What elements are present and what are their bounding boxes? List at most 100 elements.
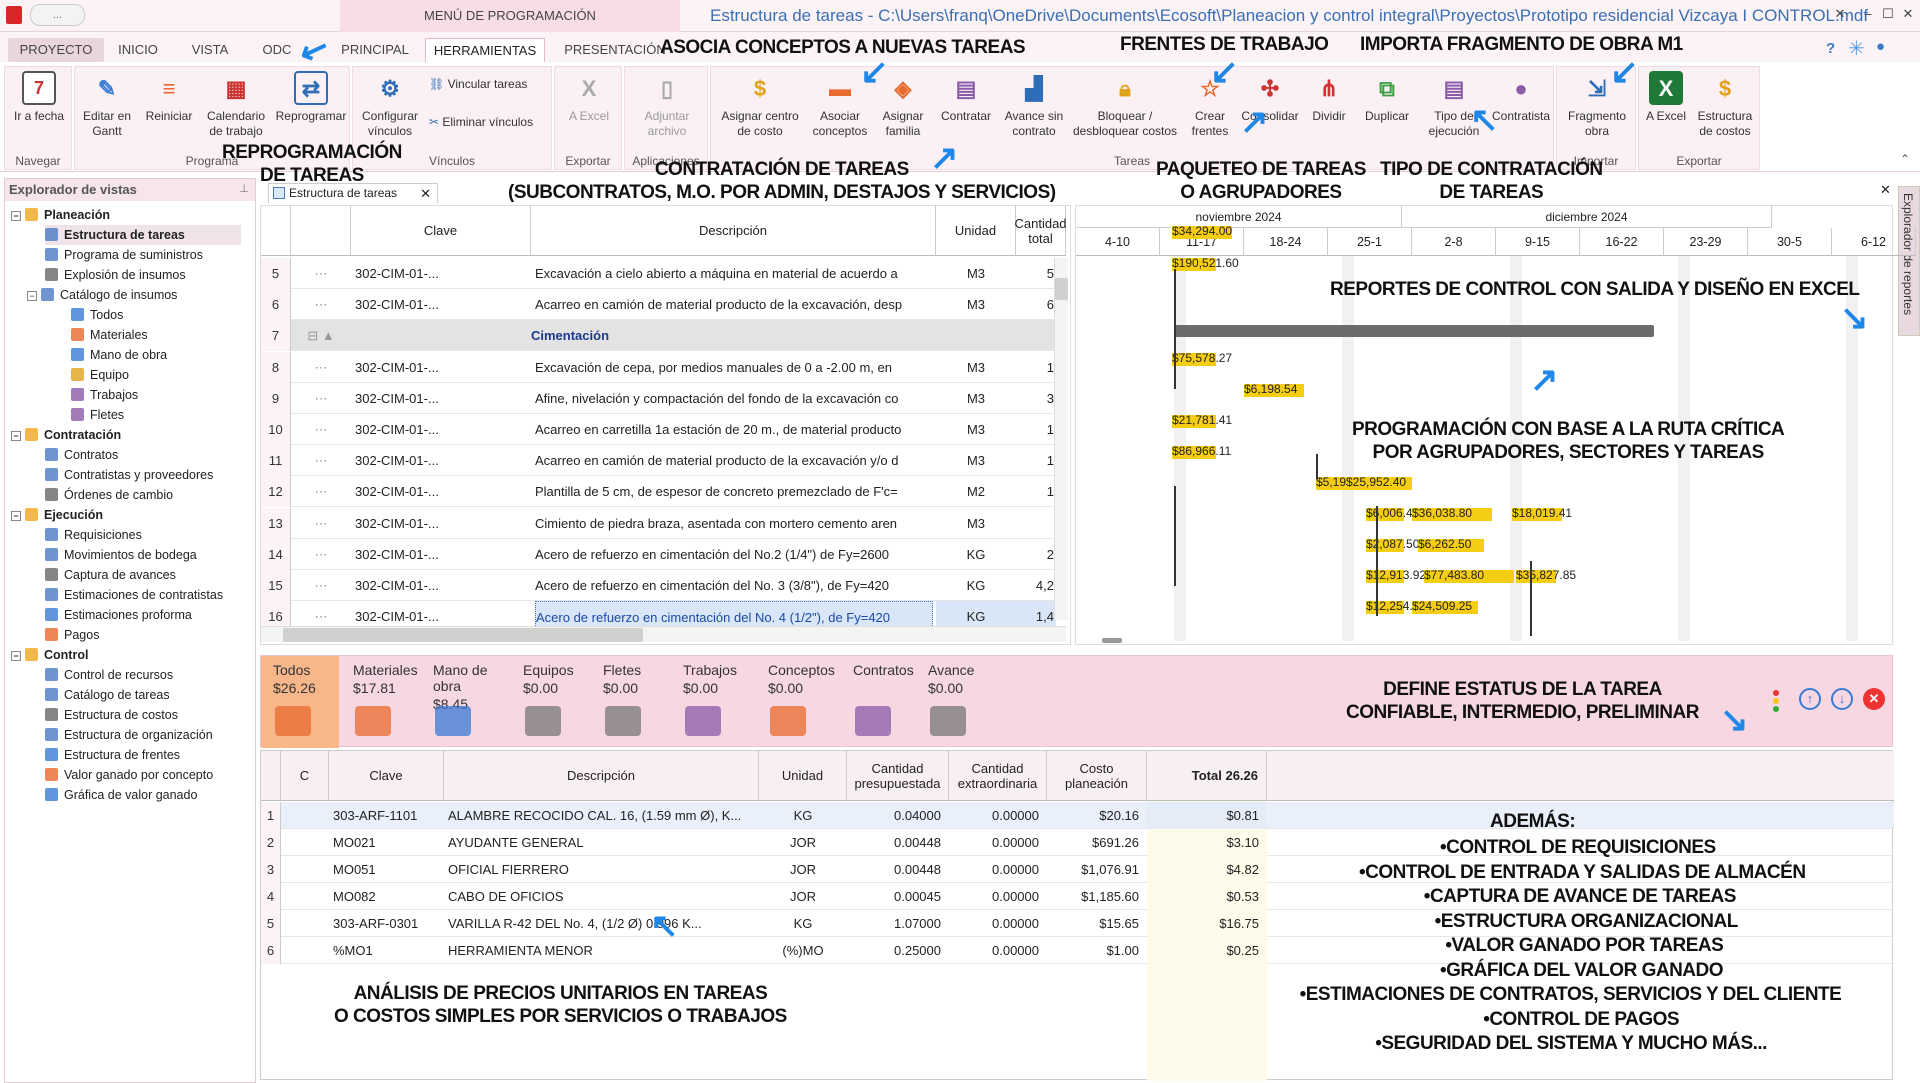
table-row[interactable]: 10 ⋯ 302-CIM-01-... Acarreo en carretilla 1… [261, 414, 1061, 445]
tree-item[interactable]: Estructura de costos [45, 705, 178, 725]
configurar-vinculos-button[interactable]: ⚙ Configurar vínculos [357, 71, 423, 139]
cell-descripcion[interactable]: Excavación a cielo abierto a máquina en … [535, 258, 933, 289]
column-header-cant-extraordinaria[interactable]: Cantidad extraordinaria [949, 751, 1047, 801]
tab-inicio[interactable]: INICIO [108, 38, 168, 62]
column-header-descripcion[interactable]: Descripción [531, 206, 936, 256]
move-down-icon[interactable]: ↓ [1831, 688, 1853, 710]
tree-item[interactable]: Requisiciones [45, 525, 142, 545]
collapse-icon[interactable]: − [11, 211, 21, 221]
quick-access-toolbar[interactable]: ... [30, 4, 85, 26]
tree-item[interactable]: Explosión de insumos [45, 265, 186, 285]
table-row[interactable]: 13 ⋯ 302-CIM-01-... Cimiento de piedra braz… [261, 507, 1061, 539]
scroll-thumb[interactable] [1055, 278, 1068, 300]
tree-section-2[interactable]: − Ejecución [11, 505, 103, 525]
user-icon[interactable]: ● [1876, 38, 1885, 55]
table-row[interactable]: 8 ⋯ 302-CIM-01-... Excavación de cepa, por … [261, 351, 1061, 383]
tree-item[interactable]: Estructura de frentes [45, 745, 180, 765]
table-row[interactable]: 15 ⋯ 302-CIM-01-... Acero de refuerzo en ci… [261, 570, 1061, 601]
tree-item[interactable]: Todos [71, 305, 123, 325]
scroll-thumb[interactable] [283, 628, 643, 642]
bloquear-costos-button[interactable]: 🔒︎ Bloquear / desbloquear costos [1069, 71, 1181, 139]
reiniciar-button[interactable]: ≡ Reiniciar [139, 71, 199, 124]
tab-materiales[interactable]: Materiales $17.81 [341, 656, 421, 748]
tree-item[interactable]: Movimientos de bodega [45, 545, 197, 565]
tree-item[interactable]: Órdenes de cambio [45, 485, 173, 505]
tree-item[interactable]: Estructura de organización [45, 725, 213, 745]
tab-herramientas[interactable]: HERRAMIENTAS [425, 38, 545, 62]
cell-descripcion[interactable]: Acarreo en camión de material producto d… [535, 445, 933, 476]
a-excel-button[interactable]: X A Excel [1643, 71, 1689, 124]
tab-vista[interactable]: VISTA [180, 38, 240, 62]
table-row[interactable]: 7 ⊟ ▲ Cimentación [261, 320, 1061, 352]
column-header-cantidad[interactable]: Cantidad total [1014, 206, 1067, 256]
table-row[interactable]: 12 ⋯ 302-CIM-01-... Plantilla de 5 cm, de e… [261, 476, 1061, 508]
tree-item[interactable]: − Catálogo de insumos [27, 285, 177, 305]
calendario-button[interactable]: ▦ Calendario de trabajo [201, 71, 271, 139]
reprogramar-button[interactable]: ⇄ Reprogramar [273, 71, 349, 124]
table-row[interactable]: 9 ⋯ 302-CIM-01-... Afine, nivelación y comp… [261, 382, 1061, 414]
avance-sin-contrato-button[interactable]: ▟ Avance sin contrato [1001, 71, 1067, 139]
vertical-scrollbar[interactable] [1054, 258, 1068, 620]
tree-item[interactable]: Estimaciones proforma [45, 605, 192, 625]
close-panel-icon[interactable]: ✕ [1880, 182, 1891, 198]
tab-trabajos[interactable]: Trabajos $0.00 [671, 656, 753, 748]
asignar-centro-costo-button[interactable]: $ Asignar centro de costo [715, 71, 805, 139]
status-traffic-light-icon[interactable] [1771, 690, 1781, 714]
column-header-c[interactable]: C [281, 751, 329, 801]
tree-item[interactable]: Fletes [71, 405, 124, 425]
minimize-button[interactable]: – [1858, 6, 1878, 24]
tree-item[interactable]: Trabajos [71, 385, 138, 405]
tab-mano-de-obra[interactable]: Mano de obra $8.45 [421, 656, 511, 748]
collapse-icon[interactable]: − [11, 431, 21, 441]
tree-item[interactable]: Estructura de tareas [45, 225, 241, 245]
tab-fletes[interactable]: Fletes $0.00 [591, 656, 669, 748]
move-up-icon[interactable]: ↑ [1799, 688, 1821, 710]
editar-gantt-button[interactable]: ✎ Editar en Gantt [79, 71, 135, 139]
tree-item[interactable]: Captura de avances [45, 565, 176, 585]
settings-icon[interactable]: ✳ [1848, 36, 1865, 61]
tab-proyecto[interactable]: PROYECTO [8, 38, 104, 62]
tree-item[interactable]: Gráfica de valor ganado [45, 785, 197, 805]
a-excel-button-disabled[interactable]: X A Excel [559, 71, 619, 124]
tree-section-0[interactable]: − Planeación [11, 205, 110, 225]
column-header-clave[interactable]: Clave [329, 751, 444, 801]
tab-equipos[interactable]: Equipos $0.00 [511, 656, 589, 748]
column-header-descripcion[interactable]: Descripción [444, 751, 759, 801]
close-tab-icon[interactable]: ✕ [420, 184, 431, 203]
horizontal-scrollbar[interactable] [261, 626, 1066, 642]
gantt-summary-bar[interactable] [1174, 325, 1654, 337]
tree-item[interactable]: Estimaciones de contratistas [45, 585, 223, 605]
cell-descripcion[interactable]: Excavación de cepa, por medios manuales … [535, 352, 933, 383]
column-header-clave[interactable]: Clave [351, 206, 531, 256]
tree-item[interactable]: Valor ganado por concepto [45, 765, 213, 785]
contratar-button[interactable]: ▤ Contratar [933, 71, 999, 124]
dividir-button[interactable]: ⋔ Dividir [1303, 71, 1355, 124]
collapse-ribbon-icon[interactable]: ⌃ [1900, 152, 1910, 166]
tree-item[interactable]: Pagos [45, 625, 99, 645]
contratista-button[interactable]: ● Contratista [1491, 71, 1551, 124]
column-header-cant-presupuestada[interactable]: Cantidad presupuestada [847, 751, 949, 801]
column-header-unidad[interactable]: Unidad [936, 206, 1016, 256]
reports-explorer-strip[interactable]: Explorador de reportes [1898, 186, 1920, 336]
delete-icon[interactable]: ✕ [1863, 688, 1885, 710]
tab-principal[interactable]: PRINCIPAL [335, 38, 415, 62]
tree-item[interactable]: Programa de suministros [45, 245, 203, 265]
tree-item[interactable]: Equipo [71, 365, 129, 385]
tab-conceptos[interactable]: Conceptos $0.00 [756, 656, 840, 748]
column-header-unidad[interactable]: Unidad [759, 751, 847, 801]
tab-contratos[interactable]: Contratos [841, 656, 914, 748]
cell-descripcion[interactable]: Acero de refuerzo en cimentación del No.… [535, 539, 933, 570]
tree-section-3[interactable]: − Control [11, 645, 88, 665]
collapse-icon[interactable]: − [27, 291, 37, 301]
tree-item[interactable]: Contratos [45, 445, 118, 465]
collapse-icon[interactable]: − [11, 511, 21, 521]
ir-a-fecha-button[interactable]: 7 Ir a fecha [9, 71, 69, 124]
table-row[interactable]: 11 ⋯ 302-CIM-01-... Acarreo en camión de ma… [261, 445, 1061, 477]
table-row[interactable]: 14 ⋯ 302-CIM-01-... Acero de refuerzo en ci… [261, 538, 1061, 570]
column-header-costo[interactable]: Costo planeación [1047, 751, 1147, 801]
tree-item[interactable]: Contratistas y proveedores [45, 465, 213, 485]
duplicar-button[interactable]: ⧉ Duplicar [1357, 71, 1417, 124]
tree-item[interactable]: Catálogo de tareas [45, 685, 170, 705]
tree-item[interactable]: Mano de obra [71, 345, 167, 365]
tab-odc[interactable]: ODC [252, 38, 302, 62]
